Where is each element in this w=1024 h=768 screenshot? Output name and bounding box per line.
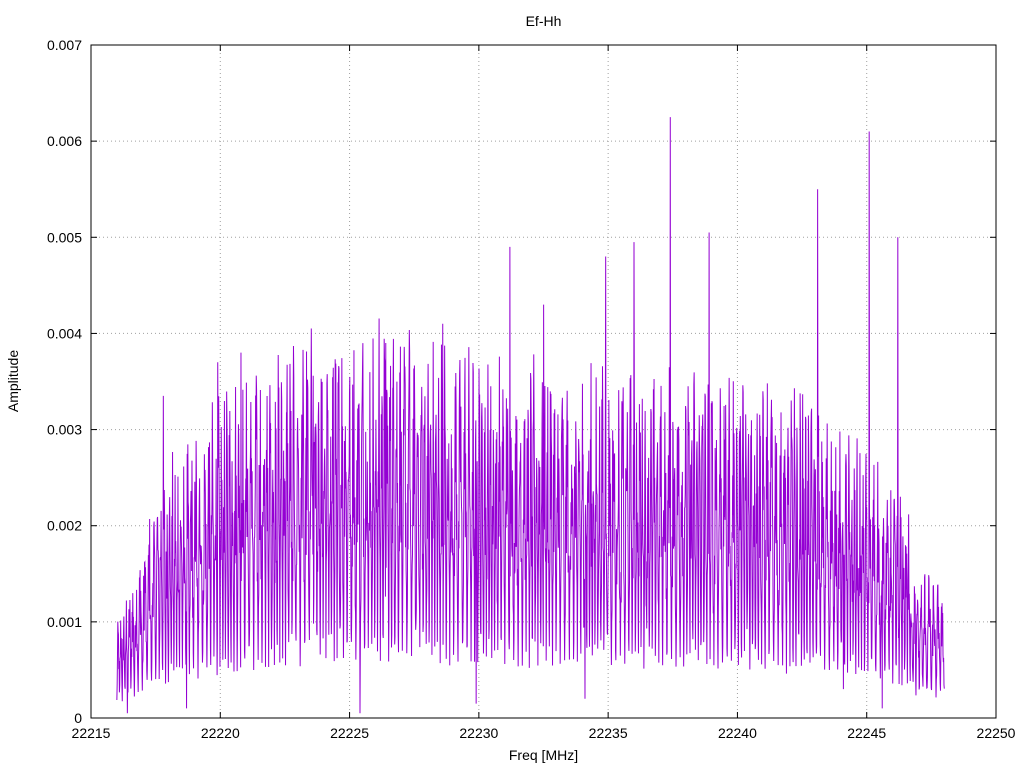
y-axis-label: Amplitude [5, 350, 21, 412]
y-tick-label: 0.005 [47, 229, 82, 245]
y-tick-label: 0.004 [47, 325, 82, 341]
x-tick-label: 22215 [72, 725, 111, 741]
y-tick-label: 0.006 [47, 133, 82, 149]
y-tick-label: 0.001 [47, 614, 82, 630]
chart-title: Ef-Hh [526, 13, 562, 29]
x-tick-labels: 22215 22220 22225 22230 22235 22240 22245 22250 [72, 725, 1016, 741]
y-tick-labels: 0 0.001 0.002 0.003 0.004 0.005 0.006 0.007 [47, 37, 82, 726]
series-layer [116, 117, 945, 714]
x-tick-label: 22250 [977, 725, 1016, 741]
y-tick-label: 0 [74, 710, 82, 726]
x-tick-label: 22230 [459, 725, 498, 741]
y-tick-label: 0.007 [47, 37, 82, 53]
x-tick-label: 22240 [718, 725, 757, 741]
y-tick-label: 0.003 [47, 422, 82, 438]
x-tick-label: 22235 [589, 725, 628, 741]
x-tick-label: 22245 [847, 725, 886, 741]
y-tick-label: 0.002 [47, 518, 82, 534]
amplitude-chart: 22215 22220 22225 22230 22235 22240 22245 22250… [5, 13, 1016, 763]
amplitude-series-line [116, 117, 945, 714]
x-tick-label: 22225 [330, 725, 369, 741]
x-tick-label: 22220 [201, 725, 240, 741]
x-axis-label: Freq [MHz] [509, 747, 578, 763]
